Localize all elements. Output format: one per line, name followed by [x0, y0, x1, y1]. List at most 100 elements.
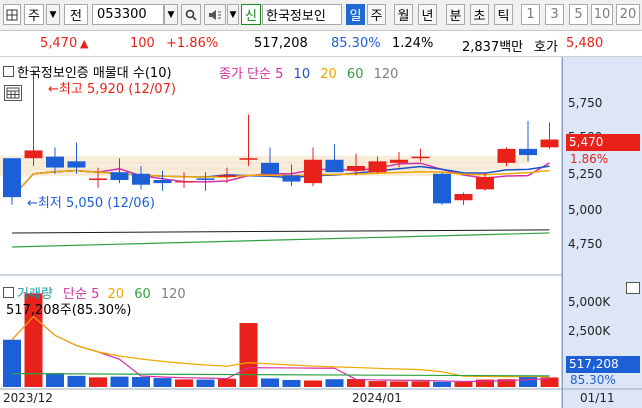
volume-bar [368, 381, 387, 387]
ma10-label: 10 [293, 67, 311, 82]
volume-value-label: 517,208주(85.30%) [6, 303, 132, 318]
candle-body [454, 194, 473, 201]
current-price-tag: 5,470 [566, 134, 640, 151]
speaker-icon[interactable] [204, 4, 226, 25]
collapse-icon[interactable] [3, 287, 14, 298]
tab-all[interactable]: 전 [64, 4, 88, 25]
chevron-down-icon[interactable]: ▼ [227, 4, 239, 25]
credit-badge: 신 [241, 4, 261, 25]
price-change-pct: +1.86% [166, 36, 219, 51]
volume-bar [261, 378, 279, 387]
price-tick: 5,000 [568, 203, 603, 217]
ma60-line [11, 232, 550, 248]
period-3[interactable]: 3 [545, 4, 564, 25]
calculator-icon[interactable] [4, 85, 22, 101]
price-tick: 5,750 [568, 96, 603, 110]
current-volume-pct: 85.30% [570, 373, 616, 387]
candle-body [476, 176, 494, 190]
candle-body [3, 158, 21, 198]
date-label-right: 01/11 [580, 391, 615, 405]
ma120-line [11, 229, 550, 234]
candle-body [519, 148, 537, 156]
candle-body [24, 150, 43, 159]
ma-legend: 종가 단순 5 10 20 60 120 [219, 63, 398, 82]
price-tick: 5,250 [568, 167, 603, 181]
candle-body [540, 139, 559, 148]
date-label-mid: 2024/01 [352, 391, 402, 405]
volume-bar [218, 378, 236, 387]
volume-bar [282, 379, 301, 387]
candle-body [67, 161, 86, 168]
date-label-start: 2023/12 [3, 391, 53, 405]
candlestick-chart[interactable] [0, 57, 642, 408]
period-year[interactable]: 년 [418, 4, 437, 25]
volume-bar [110, 376, 129, 387]
left-arrow-icon: ← [48, 82, 59, 97]
collapse-icon[interactable] [3, 66, 14, 77]
volume-bar [519, 375, 537, 387]
candle-body [304, 159, 322, 184]
candle-body [196, 178, 215, 181]
low-annotation: ←최저 5,050 (12/06) [27, 192, 155, 211]
volume-bar [390, 381, 408, 387]
volume-bar [433, 381, 451, 387]
candle-body [433, 173, 451, 204]
volume-bar [454, 381, 473, 387]
maximize-icon[interactable] [626, 282, 640, 294]
volume-bar [153, 378, 172, 387]
price-change: 100 [130, 36, 155, 51]
volume-bar [175, 379, 193, 387]
candle-body [497, 148, 516, 163]
turnover-rate: 1.24% [392, 36, 434, 51]
search-icon[interactable] [181, 4, 201, 25]
volume-bar [347, 379, 365, 387]
code-dropdown-icon[interactable]: ▼ [164, 4, 178, 25]
candle-body [282, 175, 301, 182]
period-second[interactable]: 초 [470, 4, 489, 25]
period-day[interactable]: 일 [346, 4, 365, 25]
period-1[interactable]: 1 [521, 4, 540, 25]
chevron-down-icon[interactable]: ▼ [46, 4, 60, 25]
candle-body [261, 162, 279, 174]
vol-ma60-label: 60 [134, 287, 151, 302]
trade-amount: 2,837백만 [462, 40, 524, 55]
period-tick[interactable]: 틱 [494, 4, 513, 25]
up-arrow-icon: ▲ [80, 37, 89, 50]
candle-body [368, 161, 387, 173]
vol-ma120-label: 120 [160, 287, 186, 302]
volume-tick: 5,000K [568, 295, 611, 309]
candle-body [239, 158, 258, 160]
candle-body [411, 156, 430, 159]
code-input[interactable]: 053300 [92, 4, 164, 25]
volume-bar [46, 373, 64, 387]
trade-volume: 517,208 [254, 36, 308, 51]
period-minute[interactable]: 분 [446, 4, 465, 25]
volume-bar [196, 379, 215, 387]
volume-ratio: 85.30% [331, 36, 381, 51]
candle-body [390, 159, 408, 163]
volume-bar [89, 377, 107, 387]
grid-icon[interactable] [3, 4, 21, 25]
volume-tick: 2,500K [568, 324, 611, 338]
market-select[interactable]: 주 [24, 4, 44, 25]
volume-bar [411, 381, 430, 387]
period-20[interactable]: 20 [616, 4, 640, 25]
left-arrow-icon: ← [27, 196, 38, 211]
current-price: 5,470 [40, 36, 78, 51]
volume-bar [325, 379, 344, 387]
high-label: 최고 5,920 (12/07) [58, 82, 176, 97]
volume-bar [239, 323, 258, 387]
period-10[interactable]: 10 [591, 4, 613, 25]
chart-area[interactable]: 한국정보인증 매물대 수(10) 종가 단순 5 10 20 60 120 ←최… [0, 57, 642, 408]
period-week[interactable]: 주 [367, 4, 386, 25]
volume-bar [67, 375, 86, 387]
period-month[interactable]: 월 [394, 4, 413, 25]
current-pct-label: 1.86% [570, 152, 609, 166]
candle-body [325, 159, 344, 173]
volume-bar [304, 380, 322, 387]
period-5[interactable]: 5 [569, 4, 588, 25]
low-label: 최저 5,050 (12/06) [37, 196, 155, 211]
volume-bar [3, 339, 21, 387]
candle-body [218, 175, 236, 177]
quote-price: 5,480 [566, 36, 604, 51]
